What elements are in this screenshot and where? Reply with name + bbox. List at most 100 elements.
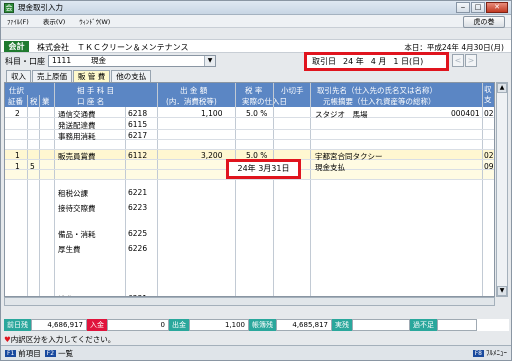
row-partner[interactable]: 現金支払: [315, 162, 345, 173]
chevron-down-icon[interactable]: ▼: [204, 56, 215, 66]
f2-button[interactable]: F2 一覧: [44, 348, 74, 359]
nyukin-label: 入金: [87, 319, 107, 331]
category-tabs: 収入 売上原価 販 管 費 他の支払: [6, 70, 152, 82]
company-name: 株式会社 ＴＫＣクリーン＆メンテナンス: [37, 43, 189, 52]
toradimaki-button[interactable]: 虎の巻: [463, 16, 505, 28]
grid-header: 仕訳 証番 税 業 相 手 科 目 口 座 名 出 金 額 (内．消費税等) 税…: [5, 83, 494, 107]
account-select[interactable]: 1111 現金 ▼: [48, 55, 216, 67]
app-icon: 会: [4, 2, 14, 13]
row-partner[interactable]: 宇都宮合同タクシー: [315, 151, 383, 162]
nyukin-value: 0: [107, 319, 169, 331]
col-jitsubarai: 実際の仕入日: [242, 97, 287, 106]
row-kamoku[interactable]: 備品・消耗: [58, 229, 96, 240]
kabusoku-value: [437, 319, 477, 331]
zenjitsu-label: 前日残: [4, 319, 31, 331]
alert-icon: ♥: [4, 335, 11, 344]
row-kamoku[interactable]: 租税公課: [58, 188, 88, 199]
row-code: 6218: [128, 109, 148, 118]
jissai-value[interactable]: [352, 319, 410, 331]
account-label: 科目・口座: [5, 57, 45, 66]
tab-sga[interactable]: 販 管 費: [73, 70, 111, 82]
trade-date-year-unit: 年: [355, 57, 364, 66]
col-rate: 税 率: [245, 86, 263, 95]
trade-date-month-unit: 月: [378, 57, 387, 66]
col-desc: 元帳摘要（仕入れ資産等の総称）: [323, 97, 436, 106]
entry-grid: 仕訳 証番 税 業 相 手 科 目 口 座 名 出 金 額 (内．消費税等) 税…: [4, 82, 495, 297]
jissai-label: 実残: [332, 319, 352, 331]
row-code: 6223: [128, 203, 148, 212]
col-zei: 税: [30, 97, 38, 106]
menu-window[interactable]: ｳｨﾝﾄﾞｳ(W): [79, 16, 110, 26]
title-bar: 会 現金取引入力 ‒ □ ✕: [1, 1, 511, 15]
balance-bar: 前日残 4,686,917 入金 0 出金 1,100 帳簿残 4,685,81…: [4, 319, 509, 331]
close-button[interactable]: ✕: [486, 2, 508, 13]
row-kamoku[interactable]: 事務用消耗: [58, 131, 96, 142]
f1-button[interactable]: F1 前項目: [5, 348, 41, 359]
col-gyou: 業: [42, 97, 50, 106]
kabusoku-label: 過不足: [410, 319, 437, 331]
row-code: 6112: [128, 151, 148, 160]
col-shuushi: 収支: [484, 85, 492, 104]
f1-label: 前項目: [18, 348, 41, 358]
row-code: 6217: [128, 131, 148, 140]
row-shiwake: 2: [15, 109, 20, 118]
trade-date-day-unit: 日: [401, 57, 410, 66]
row-shiwake: 1: [15, 162, 20, 171]
window-title: 現金取引入力: [18, 3, 63, 12]
tab-other-payments[interactable]: 他の支払: [111, 70, 152, 82]
tab-cost-of-sales[interactable]: 売上原価: [32, 70, 72, 82]
vertical-scrollbar[interactable]: ▲ ▼: [496, 82, 508, 297]
trade-date-year[interactable]: 24: [343, 57, 353, 66]
row-shuushi: 02: [484, 151, 494, 160]
row-shiwake: 1: [15, 151, 20, 160]
col-shouban: 証番: [8, 97, 23, 106]
row-kamoku[interactable]: 接待交際費: [58, 203, 96, 214]
status-message: ♥内訳区分を入力してください。: [4, 334, 115, 345]
kaikei-badge: 会計: [4, 41, 29, 52]
menu-file[interactable]: ﾌｧｲﾙ(F): [7, 16, 29, 26]
chobozan-label: 帳簿残: [249, 319, 276, 331]
trade-date-day[interactable]: 1: [393, 57, 398, 66]
row-kamoku[interactable]: 厚生費: [58, 244, 81, 255]
minimize-button[interactable]: ‒: [456, 2, 470, 13]
col-kouza: 口 座 名: [77, 97, 105, 106]
tab-income[interactable]: 収入: [6, 70, 31, 82]
row-partner[interactable]: スタジオ 馬場: [315, 109, 368, 120]
row-amount[interactable]: 3,200: [201, 151, 222, 160]
shukkin-label: 出金: [169, 319, 189, 331]
trade-date-label: 取引日: [312, 57, 336, 66]
col-shiwake: 仕訳: [9, 86, 24, 95]
scroll-down-icon[interactable]: ▼: [497, 286, 507, 296]
menu-bar: ﾌｧｲﾙ(F) 表示(V) ｳｨﾝﾄﾞｳ(W): [1, 15, 511, 28]
zenjitsu-value: 4,686,917: [31, 319, 87, 331]
trade-date-field[interactable]: 取引日 24 年 4 月 1 日(日): [304, 52, 449, 71]
row-code: 6226: [128, 244, 148, 253]
f2-label: 一覧: [58, 348, 74, 358]
row-kamoku[interactable]: 販売員賞費: [58, 151, 96, 162]
col-partner: 取引先名（仕入先の氏名又は名称）: [317, 86, 437, 95]
function-key-bar: F1 前項目 F2 一覧 F8 ﾌﾙﾒﾆｭｰ: [1, 345, 511, 360]
shukkin-value: 1,100: [189, 319, 249, 331]
full-menu-button[interactable]: F8 ﾌﾙﾒﾆｭｰ: [472, 348, 507, 358]
next-date-button[interactable]: >: [465, 54, 477, 67]
row-kamoku[interactable]: 発送配達費: [58, 120, 96, 131]
horizontal-scrollbar[interactable]: [4, 297, 495, 306]
account-code: 1111: [52, 56, 72, 65]
col-kogitte: 小切手: [281, 86, 304, 95]
f1-key: F1: [5, 349, 17, 357]
purchase-date-popup[interactable]: 24年 3月31日: [226, 159, 301, 179]
account-name: 現金: [91, 56, 106, 65]
row-rate: 5.0 %: [246, 109, 268, 118]
row-shuushi: 09: [484, 162, 494, 171]
prev-date-button[interactable]: <: [452, 54, 464, 67]
app-window: 会 現金取引入力 ‒ □ ✕ ﾌｧｲﾙ(F) 表示(V) ｳｨﾝﾄﾞｳ(W) 虎…: [0, 0, 512, 361]
maximize-button[interactable]: □: [471, 2, 485, 13]
row-zei: 5: [30, 162, 35, 171]
trade-date-month[interactable]: 4: [371, 57, 376, 66]
f2-key: F2: [44, 349, 57, 357]
scroll-up-icon[interactable]: ▲: [497, 83, 507, 93]
row-amount[interactable]: 1,100: [201, 109, 222, 118]
menu-view[interactable]: 表示(V): [43, 16, 66, 26]
row-kamoku[interactable]: 通信交通費: [58, 109, 96, 120]
row-code: 6115: [128, 120, 148, 129]
